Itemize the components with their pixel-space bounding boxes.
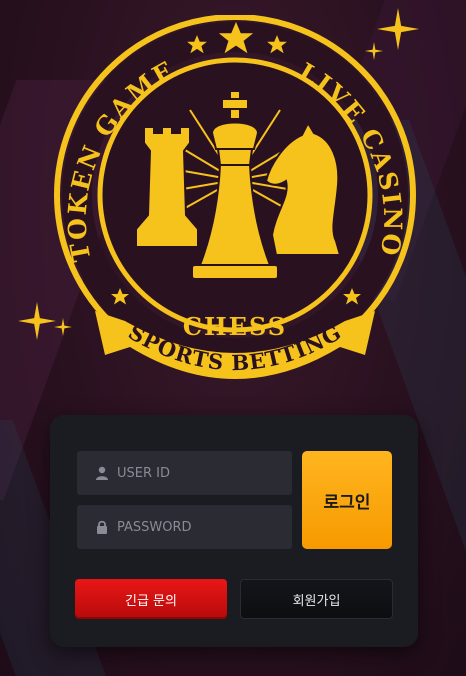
lock-icon xyxy=(95,520,109,534)
emblem-center-text: CHESS xyxy=(183,312,287,341)
user-icon xyxy=(95,466,109,480)
chess-emblem-logo: TOKEN GAME LIVE CASINO CHESS SPORTS BETT… xyxy=(54,15,416,379)
signup-button[interactable]: 회원가입 xyxy=(240,579,393,619)
login-button[interactable]: 로그인 xyxy=(302,451,392,549)
login-panel: 로그인 긴급 문의 회원가입 xyxy=(50,415,418,647)
urgent-inquiry-button[interactable]: 긴급 문의 xyxy=(75,579,227,619)
user-id-input[interactable] xyxy=(117,465,277,481)
user-id-field[interactable] xyxy=(77,451,292,495)
password-input[interactable] xyxy=(117,519,277,535)
password-field[interactable] xyxy=(77,505,292,549)
